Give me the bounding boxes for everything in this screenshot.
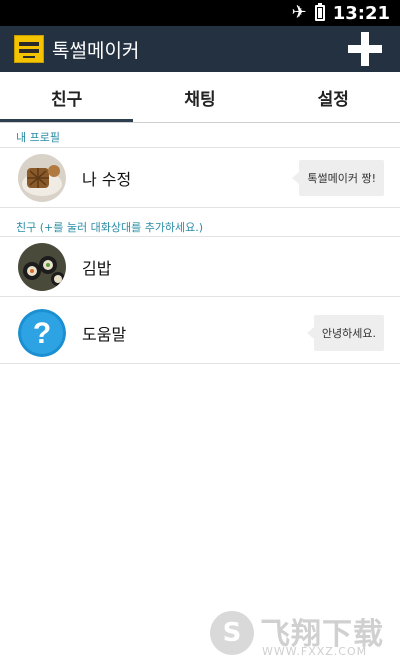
friend-name: 김밥 xyxy=(82,258,112,278)
tab-friends[interactable]: 친구 xyxy=(0,72,134,122)
tab-settings[interactable]: 설정 xyxy=(267,72,400,122)
add-friend-button[interactable] xyxy=(348,32,382,66)
avatar xyxy=(18,153,66,202)
app-logo-icon xyxy=(14,35,44,63)
my-profile-section-label: 내 프로필 xyxy=(16,131,60,144)
my-profile-row[interactable]: 나 수정 톡썰메이커 짱! xyxy=(0,148,400,208)
status-bar: ✈ 13:21 xyxy=(0,0,400,26)
svg-text:?: ? xyxy=(33,317,51,350)
help-question-icon: ? xyxy=(18,308,66,357)
tab-bar: 친구 채팅 설정 xyxy=(0,72,400,122)
status-message-bubble: 톡썰메이커 짱! xyxy=(292,159,384,196)
friends-section-label: 친구 (+를 눌러 대화상대를 추가하세요.) xyxy=(16,221,204,234)
battery-icon xyxy=(314,3,325,21)
status-message-bubble: 안녕하세요. xyxy=(306,314,384,351)
friend-row[interactable]: 김밥 xyxy=(0,237,400,297)
friend-row[interactable]: ? 도움말 안녕하세요. xyxy=(0,302,400,364)
app-bar: 톡썰메이커 xyxy=(0,26,400,72)
watermark: S 飞翔下载 WWW.FXXZ.COM xyxy=(210,607,390,661)
avatar xyxy=(18,242,66,291)
app-title: 톡썰메이커 xyxy=(52,39,140,62)
tabs-divider xyxy=(0,122,400,123)
tab-chats[interactable]: 채팅 xyxy=(133,72,266,122)
status-time: 13:21 xyxy=(332,2,390,24)
my-profile-name: 나 수정 xyxy=(82,169,132,189)
watermark-domain: WWW.FXXZ.COM xyxy=(262,645,368,658)
airplane-mode-icon: ✈ xyxy=(291,2,307,23)
friend-name: 도움말 xyxy=(82,324,127,344)
watermark-logo-icon: S xyxy=(210,611,254,655)
